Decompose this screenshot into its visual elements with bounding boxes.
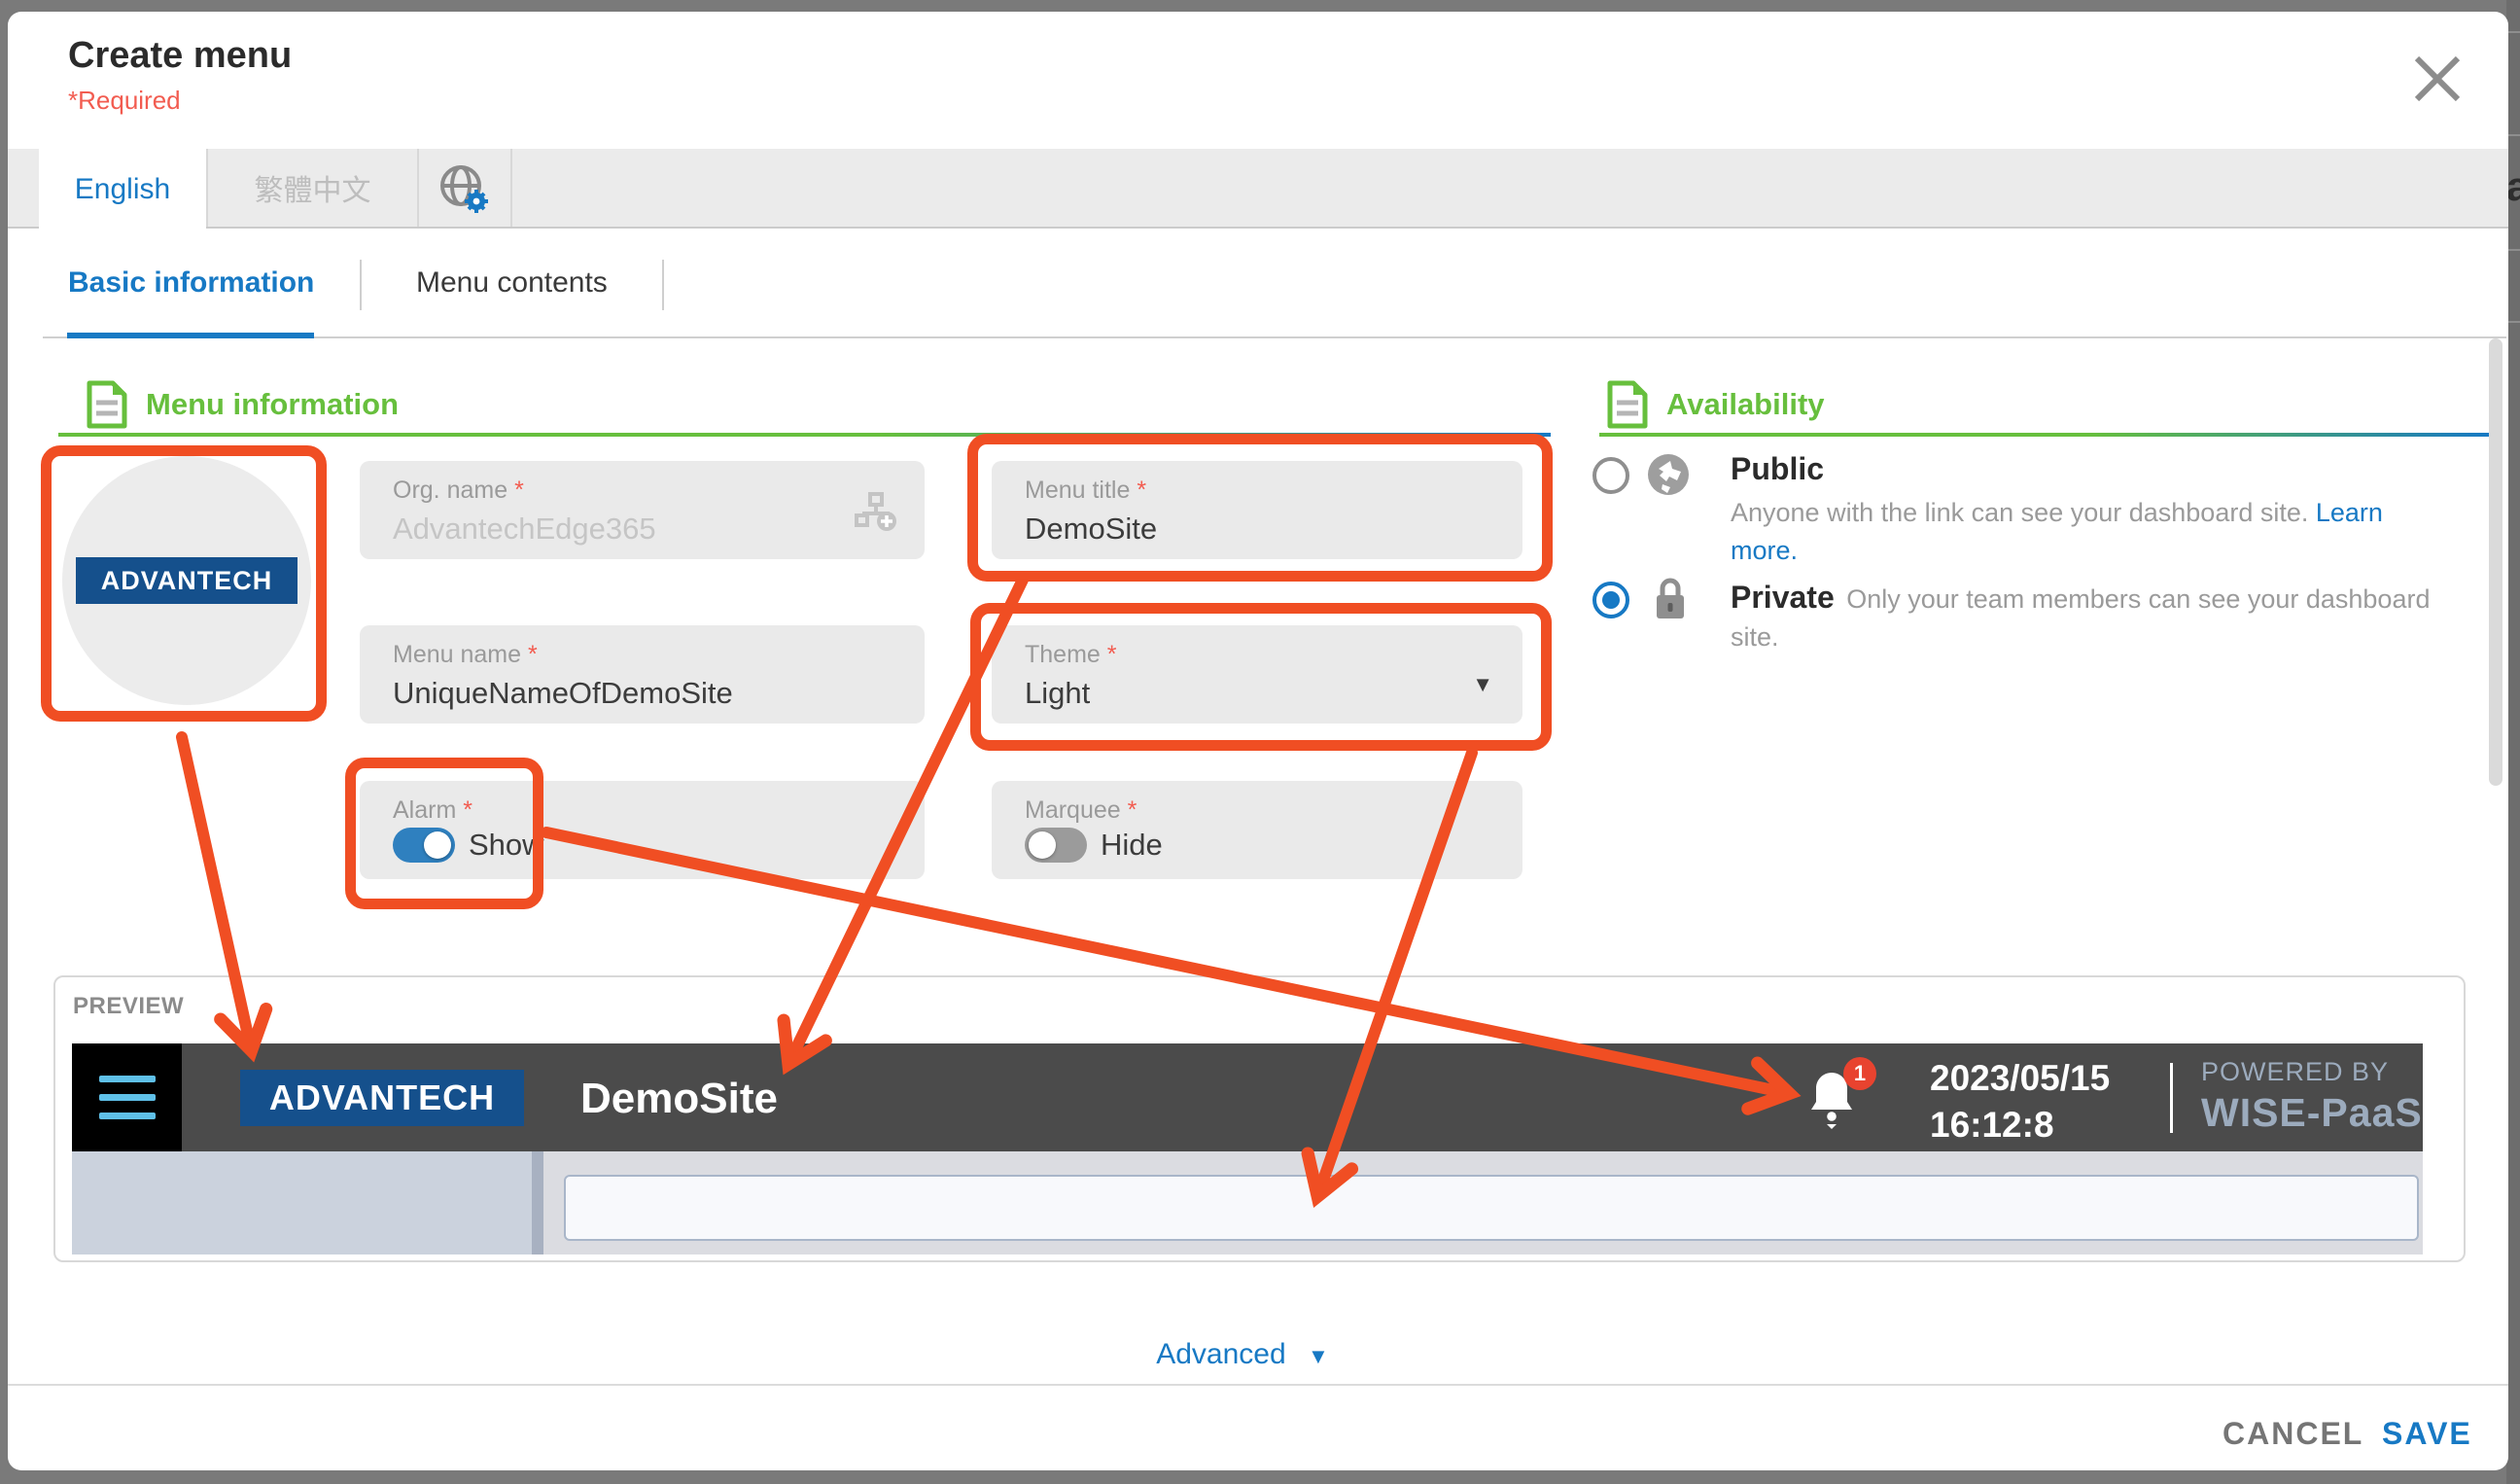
page-backdrop-strip: a: [2506, 0, 2520, 1484]
backdrop-row-divider: [2506, 321, 2520, 323]
private-option-label: Private: [1731, 580, 1835, 615]
save-button[interactable]: SAVE: [2382, 1416, 2472, 1452]
theme-select[interactable]: Theme * Light ▼: [992, 625, 1522, 724]
subtab-divider: [360, 260, 362, 310]
availability-divider: [1599, 433, 2489, 437]
preview-time: 16:12:8: [1930, 1102, 2110, 1148]
preview-sidebar: [72, 1151, 532, 1254]
private-radio[interactable]: [1592, 582, 1629, 618]
caret-down-icon: ▼: [1472, 672, 1493, 697]
preview-menu-button: [72, 1043, 182, 1151]
preview-header-bar: ADVANTECH DemoSite 1 2023/05/15 16:12:8 …: [72, 1043, 2423, 1151]
tab-basic-information[interactable]: Basic information: [68, 266, 314, 300]
scrollbar-thumb[interactable]: [2489, 338, 2502, 786]
tab-basic-information-label: Basic information: [68, 266, 314, 299]
org-logo-avatar[interactable]: ADVANTECH: [62, 456, 311, 705]
backdrop-row-divider: [2506, 249, 2520, 251]
menu-name-field[interactable]: Menu name * UniqueNameOfDemoSite: [360, 625, 925, 724]
document-icon: [86, 379, 128, 430]
menu-name-label: Menu name *: [393, 641, 538, 669]
tab-language-english[interactable]: English: [39, 149, 206, 230]
menu-title-label: Menu title *: [1025, 477, 1146, 505]
tab-menu-contents[interactable]: Menu contents: [416, 266, 608, 300]
menu-information-heading: Menu information: [146, 387, 399, 422]
active-tab-underline: [67, 333, 314, 338]
toggle-knob: [424, 831, 451, 859]
public-description-text: Anyone with the link can see your dashbo…: [1731, 498, 2308, 527]
hamburger-icon: [99, 1076, 156, 1082]
marquee-toggle[interactable]: [1025, 828, 1087, 863]
preview-vertical-divider: [2170, 1063, 2173, 1133]
close-icon[interactable]: [2407, 49, 2468, 109]
preview-site-title: DemoSite: [580, 1075, 778, 1123]
preview-sidebar-divider: [532, 1151, 543, 1254]
preview-date: 2023/05/15: [1930, 1055, 2110, 1102]
alarm-label: Alarm *: [393, 796, 472, 825]
preview-label: PREVIEW: [73, 993, 184, 1020]
tab-menu-contents-label: Menu contents: [416, 266, 608, 299]
org-tree-icon[interactable]: [855, 492, 899, 533]
tab-language-chinese[interactable]: 繁體中文: [206, 149, 419, 227]
required-note: *Required: [68, 86, 181, 116]
theme-value: Light: [1025, 676, 1090, 711]
menu-title-value[interactable]: DemoSite: [1025, 512, 1157, 547]
advanced-toggle[interactable]: Advanced ▼: [1077, 1338, 1408, 1371]
theme-label: Theme *: [1025, 641, 1117, 669]
tab-language-chinese-label: 繁體中文: [255, 166, 371, 209]
wise-paas-logo: WISE-PaaS: [2201, 1090, 2423, 1136]
dialog-title: Create menu: [68, 35, 292, 77]
create-menu-dialog: Create menu *Required English 繁體中文: [8, 12, 2508, 1470]
backdrop-cropped-text: a: [2506, 163, 2520, 210]
hamburger-icon: [99, 1094, 156, 1101]
footer-divider: [8, 1384, 2508, 1386]
menu-name-value[interactable]: UniqueNameOfDemoSite: [393, 676, 733, 711]
marquee-state: Hide: [1101, 828, 1163, 863]
powered-by-label: POWERED BY: [2201, 1057, 2389, 1087]
marquee-label: Marquee *: [1025, 796, 1137, 825]
public-option-label[interactable]: Public: [1731, 451, 1824, 487]
notification-badge: 1: [1843, 1057, 1876, 1090]
globe-icon: [1645, 451, 1692, 498]
advantech-logo: ADVANTECH: [76, 557, 298, 604]
globe-settings-icon: [436, 160, 490, 215]
backdrop-row-divider: [2506, 31, 2520, 33]
alarm-state: Show: [469, 828, 544, 863]
hamburger-icon: [99, 1113, 156, 1119]
lock-icon: [1651, 576, 1690, 622]
private-option-row[interactable]: Private Only your team members can see y…: [1731, 580, 2431, 656]
org-name-field: Org. name * AdvantechEdge365: [360, 461, 925, 559]
org-name-label: Org. name *: [393, 477, 524, 505]
private-option-description: Only your team members can see your dash…: [1731, 584, 2430, 652]
cancel-button[interactable]: CANCEL: [2222, 1416, 2363, 1452]
toggle-knob: [1029, 831, 1056, 859]
preview-panel: PREVIEW ADVANTECH DemoSite 1 2023/05/15 …: [53, 975, 2466, 1262]
menu-information-divider: [58, 433, 1551, 437]
marquee-field: Marquee * Hide: [992, 781, 1522, 879]
language-tabbar: English 繁體中文: [8, 149, 2508, 229]
subtab-baseline: [43, 336, 2506, 338]
caret-down-icon: ▼: [1308, 1344, 1329, 1368]
menu-title-field[interactable]: Menu title * DemoSite: [992, 461, 1522, 559]
preview-advantech-logo: ADVANTECH: [240, 1070, 524, 1126]
preview-marquee-placeholder: [564, 1175, 2419, 1241]
document-icon: [1606, 379, 1649, 430]
subtab-divider: [662, 260, 664, 310]
backdrop-row-divider: [2506, 134, 2520, 136]
public-option-description: Anyone with the link can see your dashbo…: [1731, 494, 2388, 570]
alarm-field: Alarm * Show: [360, 781, 925, 879]
preview-datetime: 2023/05/15 16:12:8: [1930, 1055, 2110, 1148]
tab-language-settings[interactable]: [415, 149, 512, 227]
alarm-toggle[interactable]: [393, 828, 455, 863]
org-name-value: AdvantechEdge365: [393, 512, 656, 547]
public-radio[interactable]: [1592, 457, 1629, 494]
advanced-label: Advanced: [1156, 1338, 1285, 1370]
tab-language-english-label: English: [75, 173, 170, 206]
availability-heading: Availability: [1666, 387, 1825, 422]
